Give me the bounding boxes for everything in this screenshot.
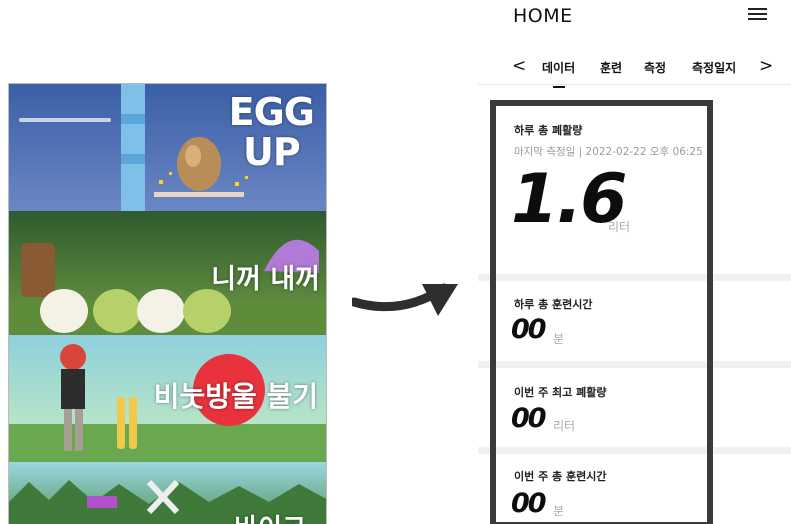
tab-next-arrow-icon[interactable]: >: [759, 56, 773, 76]
game-title-bubble: 비눗방울 불기: [153, 380, 318, 413]
game-title-nida-naeda: 니꺼 내꺼: [211, 264, 320, 295]
hamburger-menu-icon[interactable]: [748, 8, 767, 24]
tab-training[interactable]: 훈련: [600, 59, 622, 76]
active-tab-indicator: [553, 86, 565, 88]
page-title: HOME: [513, 5, 573, 27]
game-tile-egg-up[interactable]: EGG UP: [9, 84, 326, 211]
game-tile-bubble[interactable]: 비눗방울 불기: [9, 335, 326, 462]
game-tile-nida-naeda[interactable]: 니꺼 내꺼: [9, 211, 326, 335]
highlight-frame: [490, 100, 713, 524]
game-title-egg-up: EGG UP: [228, 90, 315, 174]
tab-bar: < 데이터 훈련 측정 측정일지 >: [478, 56, 791, 88]
tab-measure-log[interactable]: 측정일지: [692, 59, 736, 76]
tab-data[interactable]: 데이터: [542, 59, 575, 76]
game-title-bike: 바이크: [234, 508, 306, 524]
tab-prev-arrow-icon[interactable]: <: [512, 56, 526, 76]
swoosh-arrow-icon: [352, 283, 458, 316]
game-tile-bike[interactable]: 바이크: [9, 462, 326, 524]
game-menu-list: EGG UP 니꺼 내꺼 비눗방울 불기: [8, 83, 327, 524]
phone-screen: HOME < 데이터 훈련 측정 측정일지 > 하루 총 폐활량 마지막 측정일…: [478, 0, 791, 524]
tab-measure[interactable]: 측정: [644, 59, 666, 76]
